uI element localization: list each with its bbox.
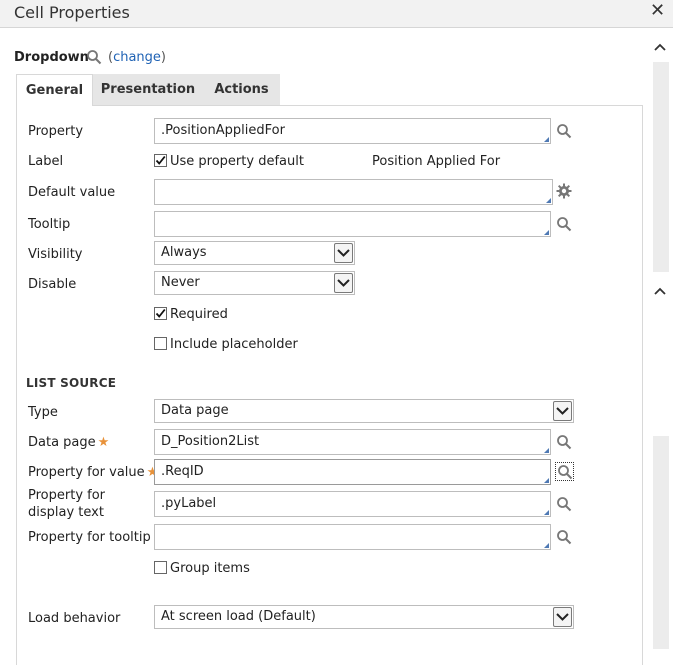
close-icon[interactable]: ✕	[650, 0, 665, 21]
scrollbar-track[interactable]	[653, 62, 669, 272]
checkbox-checked-icon[interactable]	[154, 307, 167, 320]
data-page-input[interactable]: D_Position2List	[154, 429, 551, 455]
property-for-display-text-label: Property for display text	[28, 488, 106, 520]
search-icon[interactable]	[556, 529, 572, 545]
visibility-label: Visibility	[28, 247, 83, 262]
property-for-tooltip-label: Property for tooltip	[28, 530, 151, 545]
disable-label: Disable	[28, 277, 77, 292]
chevron-down-icon[interactable]	[553, 401, 572, 421]
title-bar: Cell Properties ✕	[0, 0, 673, 28]
change-suffix: )	[160, 50, 166, 65]
use-property-default-label: Use property default	[170, 154, 304, 169]
default-value-label: Default value	[28, 185, 116, 200]
property-for-display-text-input[interactable]: .pyLabel	[154, 491, 551, 517]
include-placeholder-checkbox[interactable]: Include placeholder	[154, 337, 298, 352]
change-control: (change)	[108, 50, 166, 65]
checkbox-checked-icon[interactable]	[154, 154, 167, 167]
property-for-value-input[interactable]: .ReqID	[154, 459, 551, 485]
window-title: Cell Properties	[14, 3, 130, 22]
list-source-heading: LIST SOURCE	[26, 376, 117, 390]
chevron-down-icon[interactable]	[334, 273, 353, 293]
type-label: Type	[28, 405, 58, 420]
property-label: Property	[28, 124, 84, 139]
visibility-value: Always	[161, 245, 207, 260]
change-link[interactable]: change	[113, 50, 161, 65]
visibility-select[interactable]: Always	[154, 241, 355, 265]
tab-general[interactable]: General	[16, 74, 93, 106]
required-label: Required	[170, 307, 228, 322]
type-value: Data page	[161, 403, 229, 418]
data-page-label-text: Data page	[28, 435, 96, 450]
chevron-down-icon[interactable]	[334, 243, 353, 263]
load-behavior-label: Load behavior	[28, 611, 121, 626]
group-items-checkbox[interactable]: Group items	[154, 561, 250, 576]
search-icon[interactable]	[555, 462, 574, 481]
property-for-value-label-text: Property for value	[28, 465, 145, 480]
required-checkbox[interactable]: Required	[154, 307, 228, 322]
search-icon[interactable]	[556, 216, 572, 232]
disable-select[interactable]: Never	[154, 271, 355, 295]
default-label-text: Position Applied For	[372, 154, 501, 169]
search-icon[interactable]	[556, 434, 572, 450]
checkbox-unchecked-icon[interactable]	[154, 337, 167, 350]
tab-presentation[interactable]: Presentation	[93, 74, 203, 106]
default-value-input[interactable]	[154, 179, 553, 205]
search-icon[interactable]	[556, 496, 572, 512]
chevron-up-icon[interactable]	[652, 40, 668, 58]
property-input[interactable]: .PositionAppliedFor	[154, 118, 551, 144]
scrollbar-track[interactable]	[653, 436, 669, 649]
search-icon[interactable]	[86, 49, 102, 65]
tooltip-label: Tooltip	[28, 217, 71, 232]
required-marker: ★	[97, 435, 110, 450]
checkbox-unchecked-icon[interactable]	[154, 561, 167, 574]
include-placeholder-label: Include placeholder	[170, 337, 298, 352]
control-name: Dropdown	[14, 50, 89, 65]
disable-value: Never	[161, 275, 200, 290]
tab-actions[interactable]: Actions	[203, 74, 280, 106]
data-page-label: Data page ★	[28, 435, 109, 450]
tooltip-input[interactable]	[154, 211, 551, 237]
use-property-default-checkbox[interactable]: Use property default	[154, 154, 304, 169]
label-label: Label	[28, 154, 64, 169]
load-behavior-select[interactable]: At screen load (Default)	[154, 605, 574, 629]
group-items-label: Group items	[170, 561, 250, 576]
gear-icon[interactable]	[556, 183, 572, 199]
type-select[interactable]: Data page	[154, 399, 574, 423]
chevron-up-icon[interactable]	[652, 284, 668, 302]
load-behavior-value: At screen load (Default)	[161, 609, 316, 624]
property-for-tooltip-input[interactable]	[154, 524, 551, 550]
chevron-down-icon[interactable]	[553, 607, 572, 627]
property-for-value-label: Property for value ★	[28, 465, 158, 480]
search-icon[interactable]	[556, 123, 572, 139]
